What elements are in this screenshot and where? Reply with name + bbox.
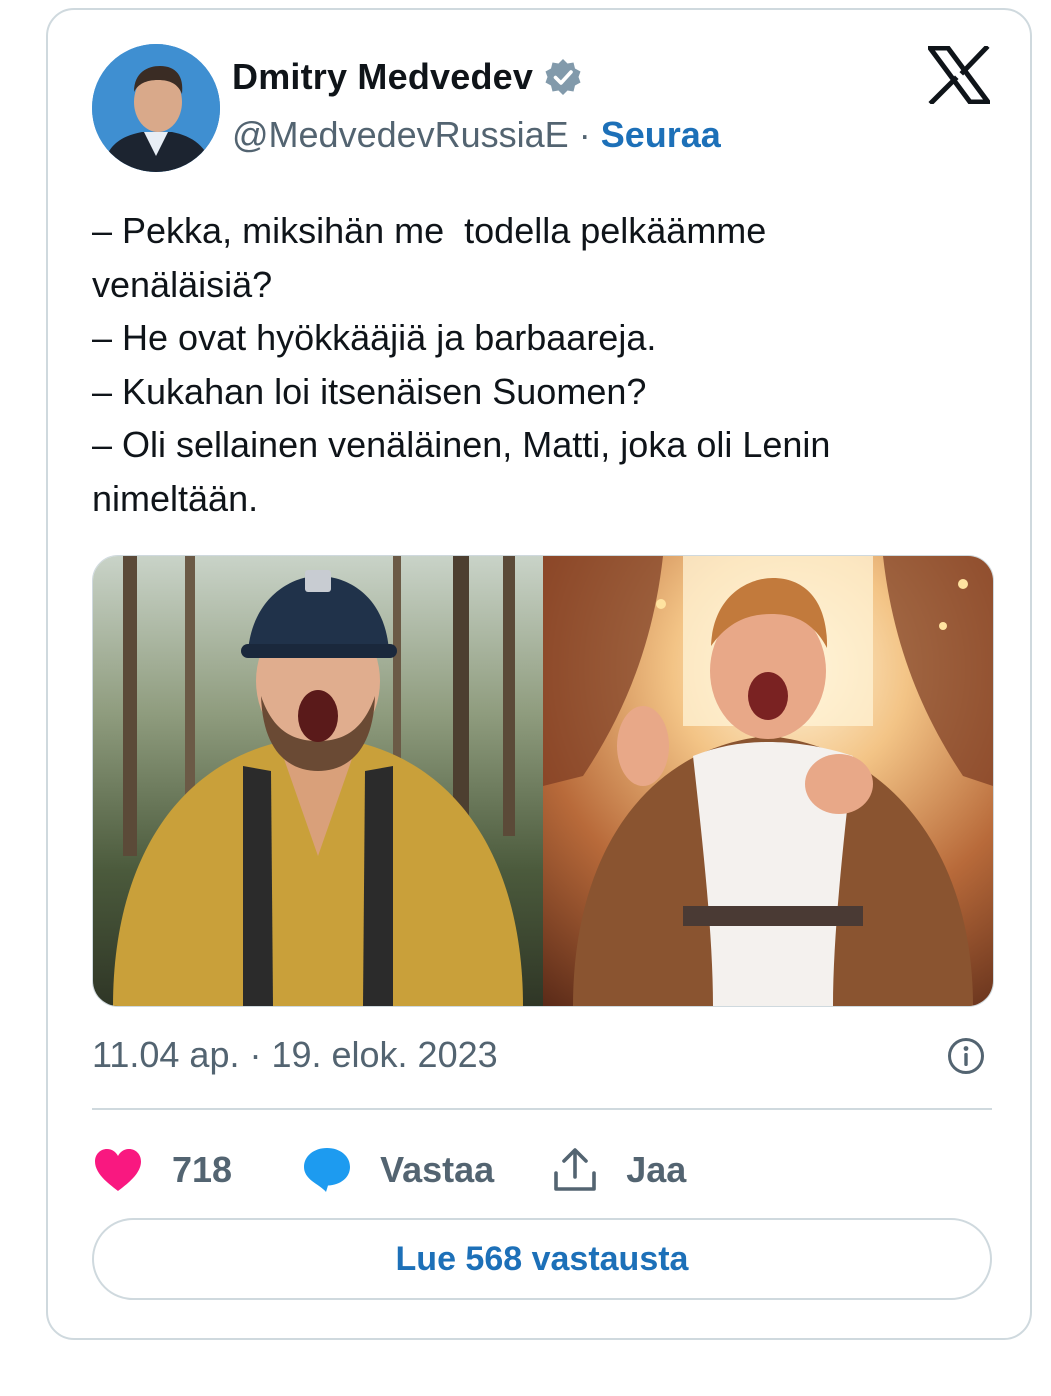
divider	[92, 1108, 992, 1110]
tweet-line: nimeltään.	[92, 477, 259, 519]
separator-dot: ·	[578, 114, 591, 155]
info-icon[interactable]	[946, 1036, 986, 1076]
like-count: 718	[172, 1149, 233, 1190]
reply-label: Vastaa	[380, 1149, 495, 1190]
x-logo-icon[interactable]	[928, 46, 990, 104]
share-button[interactable]: Jaa	[552, 1147, 686, 1193]
verified-badge-icon	[545, 59, 581, 95]
tweet-line: – He ovat hyökkääjiä ja barbaareja.	[92, 317, 657, 358]
share-upload-icon	[554, 1148, 596, 1191]
illustration-lumberjack	[113, 556, 523, 1006]
author-name-row: Dmitry Medvedev	[232, 56, 583, 98]
illustration-cartoon-man	[543, 556, 993, 1006]
media-image-left[interactable]	[93, 556, 543, 1006]
author-handle[interactable]: @MedvedevRussiaE	[232, 114, 569, 156]
author-name[interactable]: Dmitry Medvedev	[232, 56, 533, 98]
reply-button[interactable]: Vastaa	[302, 1146, 494, 1194]
speech-bubble-icon	[304, 1148, 351, 1192]
like-button[interactable]: 718	[92, 1147, 232, 1193]
tweet-line: – Kukahan loi itsenäisen Suomen?	[92, 370, 647, 412]
tweet-line: – Oli sellainen venäläinen, Matti, joka …	[92, 424, 831, 465]
tweet-line: venäläisiä?	[92, 263, 273, 305]
avatar[interactable]	[92, 44, 220, 172]
action-bar: 718 Vastaa Jaa	[92, 1140, 686, 1200]
tweet-media[interactable]	[92, 555, 994, 1007]
timestamp-row: 11.04 ap. · 19. elok. 2023	[92, 1032, 992, 1078]
read-replies-button[interactable]: Lue 568 vastausta	[92, 1218, 992, 1300]
tweet-line: – Pekka, miksihän me todella pelkäämme	[92, 210, 767, 251]
tweet-timestamp[interactable]: 11.04 ap. · 19. elok. 2023	[92, 1034, 498, 1076]
media-image-right[interactable]	[543, 556, 993, 1006]
heart-icon	[95, 1149, 141, 1191]
author-handle-row: @MedvedevRussiaE · Seuraa	[232, 114, 721, 156]
tweet-text: – Pekka, miksihän me todella pelkäämme v…	[92, 204, 972, 525]
tweet-card: Dmitry Medvedev @MedvedevRussiaE · Seura…	[46, 8, 1032, 1340]
follow-button[interactable]: Seuraa	[601, 114, 721, 156]
avatar-photo	[92, 44, 220, 172]
share-label: Jaa	[626, 1149, 687, 1190]
